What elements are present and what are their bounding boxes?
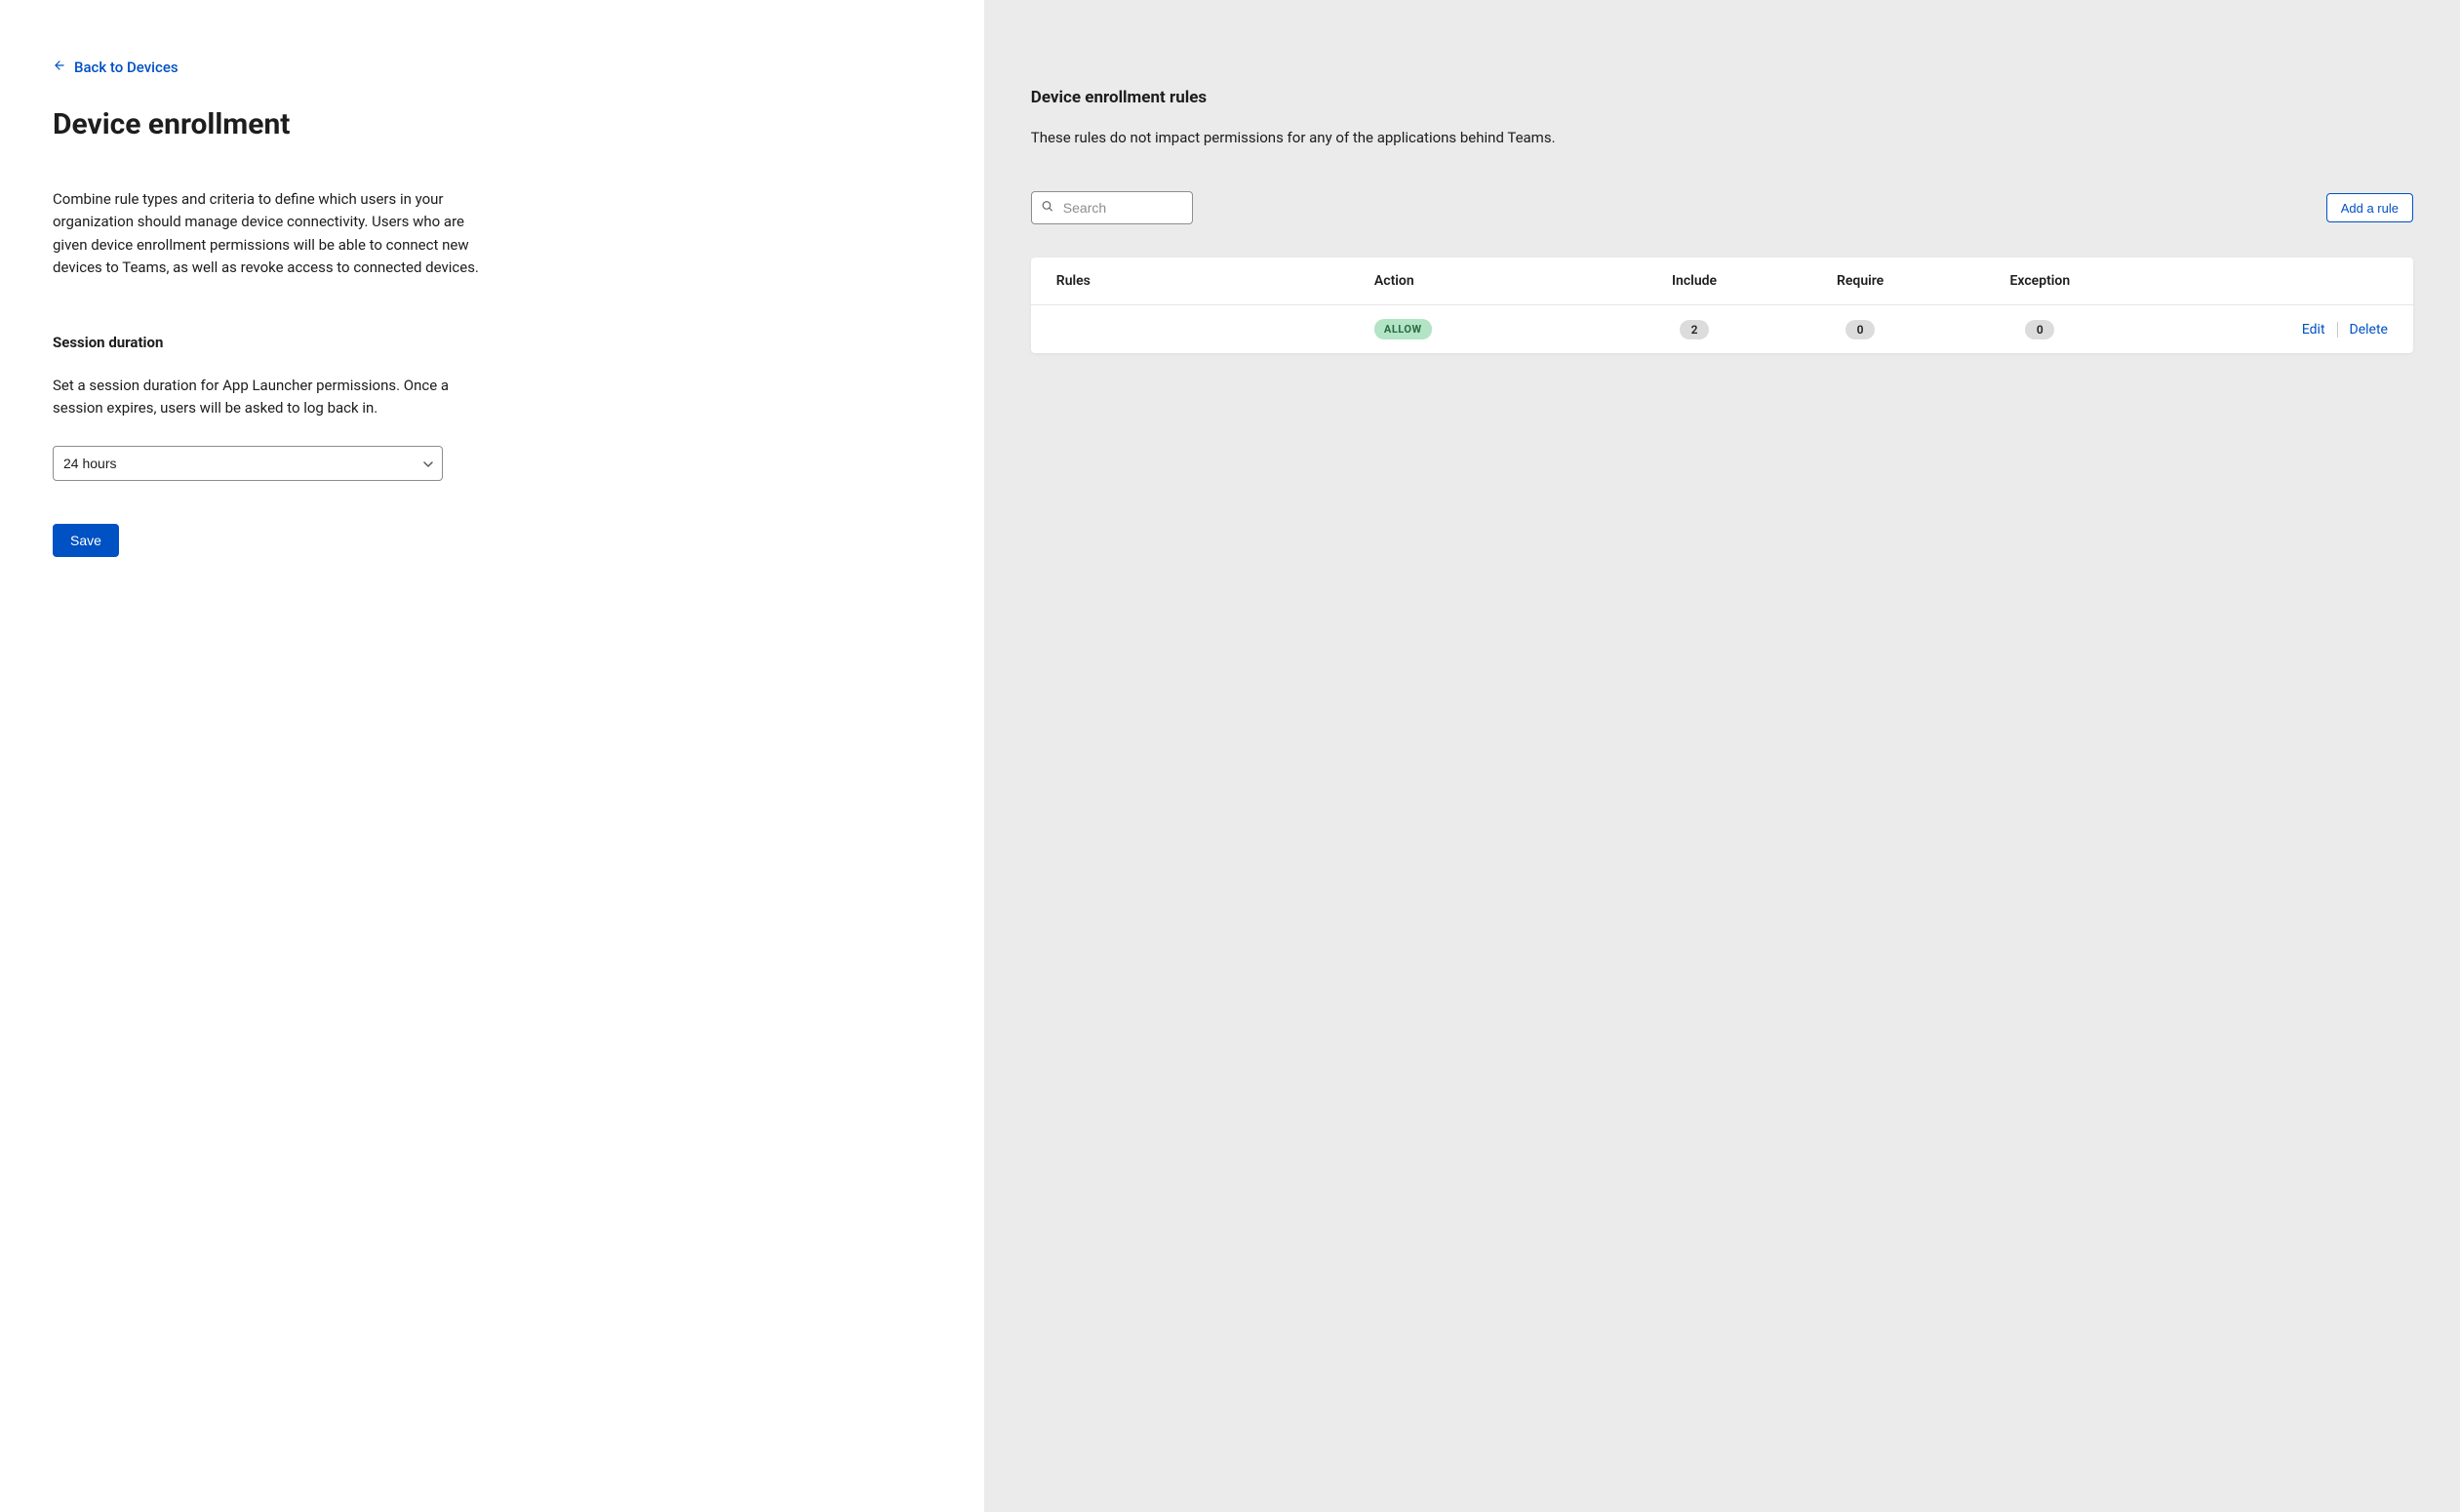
cell-rule-name bbox=[1031, 305, 1363, 354]
add-rule-button[interactable]: Add a rule bbox=[2326, 193, 2413, 222]
arrow-left-icon bbox=[53, 59, 66, 76]
delete-link[interactable]: Delete bbox=[2350, 322, 2388, 338]
rules-table: Rules Action Include Require Exception A… bbox=[1031, 258, 2413, 353]
table-header-row: Rules Action Include Require Exception bbox=[1031, 258, 2413, 305]
cell-include: 2 bbox=[1611, 305, 1777, 354]
cell-exception: 0 bbox=[1943, 305, 2136, 354]
rules-description: These rules do not impact permissions fo… bbox=[1031, 129, 2413, 146]
include-count: 2 bbox=[1680, 320, 1709, 339]
rules-title: Device enrollment rules bbox=[1031, 88, 2413, 107]
cell-row-actions: Edit Delete bbox=[2137, 305, 2413, 354]
rules-panel: Device enrollment rules These rules do n… bbox=[984, 0, 2460, 1512]
search-input[interactable] bbox=[1031, 191, 1193, 224]
page-title: Device enrollment bbox=[53, 107, 935, 141]
save-button[interactable]: Save bbox=[53, 524, 119, 557]
column-header-require: Require bbox=[1777, 258, 1943, 305]
column-header-rules: Rules bbox=[1031, 258, 1363, 305]
settings-panel: Back to Devices Device enrollment Combin… bbox=[0, 0, 984, 1512]
edit-link[interactable]: Edit bbox=[2302, 322, 2325, 338]
back-to-devices-link[interactable]: Back to Devices bbox=[53, 59, 179, 76]
page-description: Combine rule types and criteria to defin… bbox=[53, 188, 482, 279]
action-separator bbox=[2337, 322, 2338, 338]
require-count: 0 bbox=[1845, 320, 1875, 339]
exception-count: 0 bbox=[2025, 320, 2054, 339]
cell-require: 0 bbox=[1777, 305, 1943, 354]
back-link-label: Back to Devices bbox=[74, 59, 179, 76]
table-row: ALLOW 2 0 0 Edit bbox=[1031, 305, 2413, 354]
column-header-actions bbox=[2137, 258, 2413, 305]
rules-toolbar: Add a rule bbox=[1031, 191, 2413, 224]
column-header-exception: Exception bbox=[1943, 258, 2136, 305]
allow-badge: ALLOW bbox=[1374, 319, 1432, 339]
session-duration-select-wrap: 24 hours bbox=[53, 446, 443, 481]
session-duration-heading: Session duration bbox=[53, 334, 935, 351]
session-duration-description: Set a session duration for App Launcher … bbox=[53, 375, 482, 420]
session-duration-select[interactable]: 24 hours bbox=[53, 446, 443, 481]
column-header-include: Include bbox=[1611, 258, 1777, 305]
search-wrap bbox=[1031, 191, 1193, 224]
cell-action: ALLOW bbox=[1363, 305, 1611, 354]
column-header-action: Action bbox=[1363, 258, 1611, 305]
